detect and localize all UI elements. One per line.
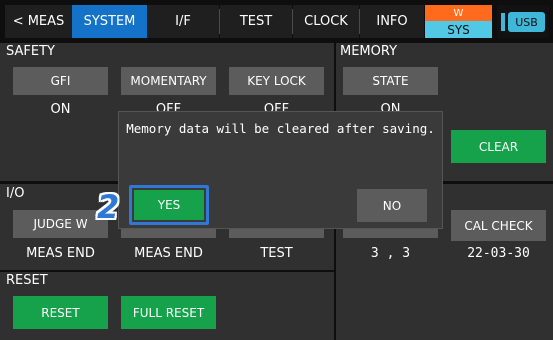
momentary-button-label: MOMENTARY <box>130 74 207 88</box>
state-button[interactable]: STATE <box>343 67 438 95</box>
gfi-button[interactable]: GFI <box>13 67 108 95</box>
state-button-label: STATE <box>372 74 409 88</box>
tab-system-label: SYSTEM <box>83 14 136 29</box>
clear-button[interactable]: CLEAR <box>451 130 546 163</box>
tab-clock-label: CLOCK <box>304 14 348 29</box>
keylock-button-label: KEY LOCK <box>247 74 306 88</box>
step-number-callout: 2 <box>97 188 120 226</box>
tab-test[interactable]: TEST <box>220 5 292 38</box>
cal-check-button[interactable]: CAL CHECK <box>451 210 546 241</box>
judge-value: MEAS END <box>26 246 95 261</box>
gfi-value: ON <box>50 102 71 117</box>
full-reset-button[interactable]: FULL RESET <box>121 296 216 329</box>
tab-info[interactable]: INFO <box>360 5 424 38</box>
full-reset-button-label: FULL RESET <box>132 305 205 320</box>
tab-meas-label: < MEAS <box>12 14 65 29</box>
sys-status-indicator: W SYS <box>425 5 492 38</box>
tab-test-label: TEST <box>239 14 273 29</box>
judge-button[interactable]: JUDGE W <box>13 210 108 238</box>
tab-info-label: INFO <box>376 14 408 29</box>
usb-label: USB <box>508 12 545 32</box>
sys-indicator: SYS <box>425 21 492 38</box>
cal-check-button-label: CAL CHECK <box>464 218 533 233</box>
gfi-button-label: GFI <box>50 74 71 88</box>
yes-button-label: YES <box>157 198 181 212</box>
safety-title: SAFETY <box>6 44 55 59</box>
io-value-4: 3 , 3 <box>370 246 411 261</box>
cal-check-value: 22-03-30 <box>467 246 530 261</box>
w-indicator: W <box>425 5 492 21</box>
reset-button-label: RESET <box>41 305 80 320</box>
io-value-2: MEAS END <box>134 246 203 261</box>
clear-button-label: CLEAR <box>478 139 519 154</box>
usb-bar-icon <box>501 13 505 31</box>
test-signal-value: TEST <box>260 246 293 261</box>
judge-button-label: JUDGE W <box>33 217 88 231</box>
reset-button[interactable]: RESET <box>13 296 108 329</box>
usb-indicator: USB <box>497 5 549 38</box>
device-screen: < MEAS SYSTEM I/F TEST CLOCK INFO W SYS … <box>0 0 553 340</box>
memory-title: MEMORY <box>340 44 398 59</box>
no-button[interactable]: NO <box>357 189 427 222</box>
no-button-label: NO <box>382 198 402 213</box>
tab-system[interactable]: SYSTEM <box>72 5 147 38</box>
tab-meas[interactable]: < MEAS <box>5 5 72 38</box>
tab-if[interactable]: I/F <box>147 5 219 38</box>
tab-if-label: I/F <box>175 14 191 29</box>
keylock-button[interactable]: KEY LOCK <box>229 67 324 95</box>
dialog-message: Memory data will be cleared after saving… <box>126 121 435 136</box>
momentary-button[interactable]: MOMENTARY <box>121 67 216 95</box>
tab-clock[interactable]: CLOCK <box>293 5 359 38</box>
yes-button[interactable]: YES <box>134 190 204 220</box>
io-title: I/O <box>6 186 25 201</box>
reset-title: RESET <box>6 273 48 288</box>
